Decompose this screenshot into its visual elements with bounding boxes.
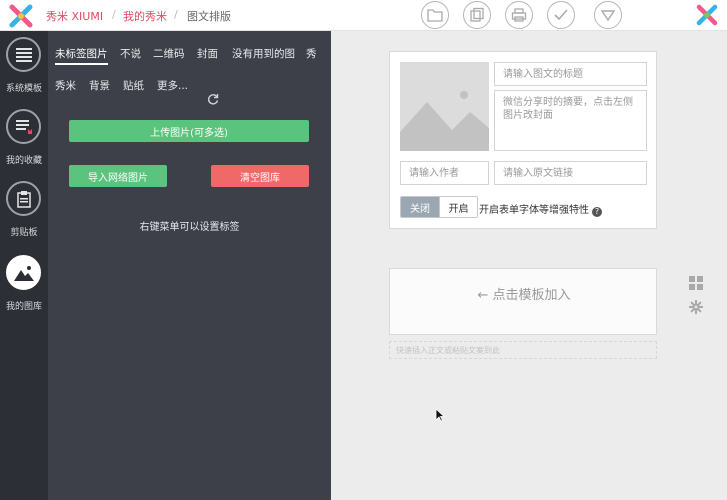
toggle-on-button[interactable]: 开启	[439, 197, 477, 217]
rail-label: 我的图库	[5, 302, 42, 312]
gear-icon[interactable]	[689, 300, 703, 314]
toggle-off-button[interactable]: 关闭	[401, 197, 439, 217]
add-template-hint: ← 点击模板加入	[477, 288, 571, 303]
gallery-panel: 未标签图片 不说 二维码 封面 没有用到的图 秀 秀米 背景 贴纸 更多... …	[48, 31, 331, 500]
article-meta-card: 请输入图文的标题 微信分享时的摘要，点击左侧图片改封面 请输入作者 请输入原文链…	[389, 51, 657, 229]
tab-xiu[interactable]: 秀	[306, 46, 317, 61]
breadcrumb-current: 图文排版	[187, 10, 231, 23]
copy-icon[interactable]	[463, 1, 491, 29]
clear-gallery-button[interactable]: 清空图库	[211, 165, 309, 187]
summary-textarea[interactable]: 微信分享时的摘要，点击左侧图片改封面	[494, 90, 647, 151]
left-rail: 系统模板 我的收藏 剪贴板 我的图库	[0, 31, 48, 500]
help-icon[interactable]: ?	[592, 207, 602, 217]
template-list-icon	[6, 37, 41, 72]
folder-icon[interactable]	[421, 1, 449, 29]
rail-label: 剪贴板	[10, 228, 38, 238]
source-link-input[interactable]: 请输入原文链接	[494, 161, 647, 185]
tab-buShuo[interactable]: 不说	[120, 46, 141, 61]
grid-icon[interactable]	[689, 276, 703, 290]
enhance-toggle: 关闭 开启	[400, 196, 478, 218]
breadcrumb-separator: /	[112, 8, 116, 21]
import-web-images-button[interactable]: 导入网络图片	[69, 165, 167, 187]
rail-item-favorites[interactable]: 我的收藏	[0, 103, 48, 173]
rail-item-clipboard[interactable]: 剪贴板	[0, 175, 48, 245]
favorites-icon	[6, 109, 41, 144]
tab-more[interactable]: 更多...	[157, 78, 188, 93]
refresh-icon[interactable]	[207, 93, 219, 105]
breadcrumb-my-xiumi[interactable]: 我的秀米	[123, 8, 167, 24]
top-bar: 秀米 XIUMI / 我的秀米 / 图文排版	[0, 0, 727, 31]
check-icon[interactable]	[547, 1, 575, 29]
editor-canvas: 请输入图文的标题 微信分享时的摘要，点击左侧图片改封面 请输入作者 请输入原文链…	[331, 31, 727, 500]
rail-label: 我的收藏	[5, 156, 42, 166]
tab-qrcode[interactable]: 二维码	[153, 46, 185, 61]
print-icon[interactable]	[505, 1, 533, 29]
tag-hint-text: 右键菜单可以设置标签	[139, 222, 240, 233]
xiumi-logo-icon[interactable]	[8, 3, 34, 29]
mouse-cursor-icon	[435, 408, 445, 422]
rail-label: 系统模板	[5, 84, 42, 94]
cover-image-placeholder[interactable]	[400, 62, 489, 151]
gallery-icon	[6, 255, 41, 290]
tab-unused[interactable]: 没有用到的图	[232, 46, 295, 61]
tab-untagged[interactable]: 未标签图片	[55, 46, 108, 65]
author-input[interactable]: 请输入作者	[400, 161, 489, 185]
tab-background[interactable]: 背景	[89, 78, 110, 93]
breadcrumb-separator: /	[174, 8, 178, 21]
rail-item-my-gallery[interactable]: 我的图库	[0, 249, 48, 319]
enhance-label-text: 开启表单字体等增强特性	[479, 205, 589, 216]
image-placeholder-icon	[400, 91, 489, 151]
tab-sticker[interactable]: 贴纸	[123, 78, 144, 93]
clipboard-icon	[6, 181, 41, 216]
template-drop-area[interactable]: ← 点击模板加入	[389, 268, 657, 335]
brand-link[interactable]: 秀米 XIUMI	[46, 8, 103, 24]
enhance-toggle-label: 开启表单字体等增强特性?	[479, 201, 602, 217]
tab-cover[interactable]: 封面	[197, 46, 218, 61]
xiumi-logo-right-icon[interactable]	[695, 3, 719, 27]
quick-paste-area[interactable]: 快速插入正文或粘贴文案到此	[389, 341, 657, 359]
tab-xiumi[interactable]: 秀米	[55, 78, 76, 93]
dropdown-icon[interactable]	[594, 1, 622, 29]
rail-item-system-templates[interactable]: 系统模板	[0, 31, 48, 101]
title-input[interactable]: 请输入图文的标题	[494, 62, 647, 86]
upload-images-button[interactable]: 上传图片(可多选)	[69, 120, 309, 142]
